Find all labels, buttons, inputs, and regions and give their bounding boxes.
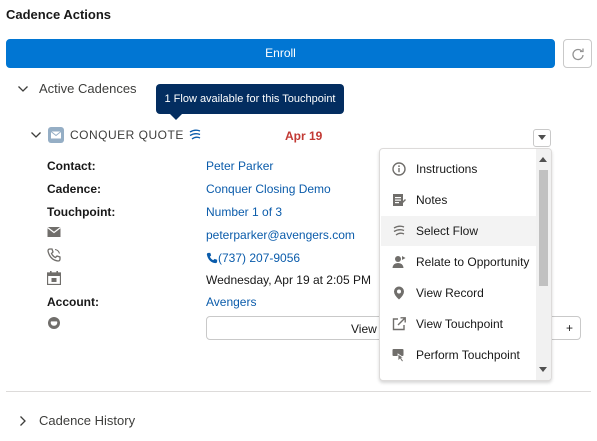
- active-cadences-label: Active Cadences: [39, 81, 137, 96]
- scroll-up-arrow-icon[interactable]: [539, 157, 547, 162]
- scroll-down-arrow-icon[interactable]: [539, 367, 547, 372]
- menu-item-label: Select Flow: [416, 224, 479, 238]
- chevron-right-icon: [20, 415, 26, 426]
- menu-item-label: View Record: [416, 286, 484, 300]
- phone-field[interactable]: (737) 207-9056: [206, 251, 300, 265]
- flow-tooltip: 1 Flow available for this Touchpoint: [156, 84, 344, 120]
- account-link[interactable]: Avengers: [206, 295, 256, 309]
- cadence-history-toggle[interactable]: Cadence History: [17, 413, 135, 428]
- menu-item-label: Notes: [416, 193, 448, 207]
- cadence-history-label: Cadence History: [39, 413, 136, 428]
- plus-icon: +: [565, 321, 573, 335]
- panel-title: Cadence Actions: [6, 7, 111, 22]
- menu-item-notes[interactable]: Notes: [381, 185, 536, 215]
- touchpoint-link[interactable]: Number 1 of 3: [206, 205, 282, 219]
- owner-icon: [48, 317, 60, 329]
- email-icon: [48, 127, 64, 143]
- flow-icon: [393, 225, 405, 236]
- cadence-label: Cadence:: [47, 182, 102, 196]
- datetime-value: Wednesday, Apr 19 at 2:05 PM: [206, 273, 371, 287]
- phone-icon: [47, 248, 61, 262]
- phone-icon: [206, 252, 218, 264]
- external-link-icon: [392, 317, 406, 331]
- chevron-down-icon: [18, 85, 28, 92]
- notes-icon: [393, 194, 406, 206]
- menu-item-label: View Touchpoint: [416, 317, 503, 331]
- menu-item-label: Relate to Opportunity: [416, 255, 530, 269]
- refresh-button[interactable]: [563, 39, 592, 68]
- menu-item-label: Perform Touchpoint: [416, 348, 520, 362]
- account-label: Account:: [47, 295, 99, 309]
- scroll-thumb[interactable]: [539, 170, 548, 286]
- calendar-icon: [47, 271, 61, 285]
- relate-icon: [392, 256, 406, 268]
- menu-item-relate-to-opportunity[interactable]: Relate to Opportunity: [381, 247, 536, 277]
- enroll-button[interactable]: Enroll: [6, 39, 555, 68]
- envelope-icon: [47, 227, 61, 237]
- touchpoint-label: Touchpoint:: [47, 205, 116, 219]
- cadence-title[interactable]: CONQUER QUOTE: [70, 128, 184, 142]
- contact-link[interactable]: Peter Parker: [206, 159, 273, 173]
- phone-link[interactable]: (737) 207-9056: [218, 251, 300, 265]
- menu-item-view-record[interactable]: View Record: [381, 278, 536, 308]
- email-link[interactable]: peterparker@avengers.com: [206, 228, 355, 242]
- cadence-header: CONQUER QUOTE: [30, 127, 202, 143]
- perform-icon: [392, 349, 406, 362]
- flow-icon[interactable]: [188, 129, 202, 141]
- menu-item-perform-touchpoint[interactable]: Perform Touchpoint: [381, 340, 536, 370]
- menu-item-select-flow[interactable]: Select Flow: [381, 216, 536, 246]
- active-cadences-toggle[interactable]: Active Cadences: [17, 81, 137, 96]
- info-icon: [392, 162, 406, 176]
- cadence-link[interactable]: Conquer Closing Demo: [206, 182, 331, 196]
- actions-menu-button[interactable]: [533, 129, 551, 147]
- divider: [6, 391, 591, 392]
- contact-label: Contact:: [47, 159, 96, 173]
- menu-item-label: Instructions: [416, 162, 478, 176]
- record-icon: [394, 286, 404, 300]
- due-date: Apr 19: [285, 129, 323, 143]
- menu-item-view-touchpoint[interactable]: View Touchpoint: [381, 309, 536, 339]
- menu-item-instructions[interactable]: Instructions: [381, 154, 536, 184]
- chevron-down-icon: [538, 135, 546, 140]
- refresh-icon: [571, 48, 584, 60]
- chevron-down-icon[interactable]: [30, 129, 42, 141]
- actions-dropdown-menu: Instructions Notes Select Flow Relate to…: [379, 148, 552, 381]
- menu-scrollbar[interactable]: [536, 149, 551, 380]
